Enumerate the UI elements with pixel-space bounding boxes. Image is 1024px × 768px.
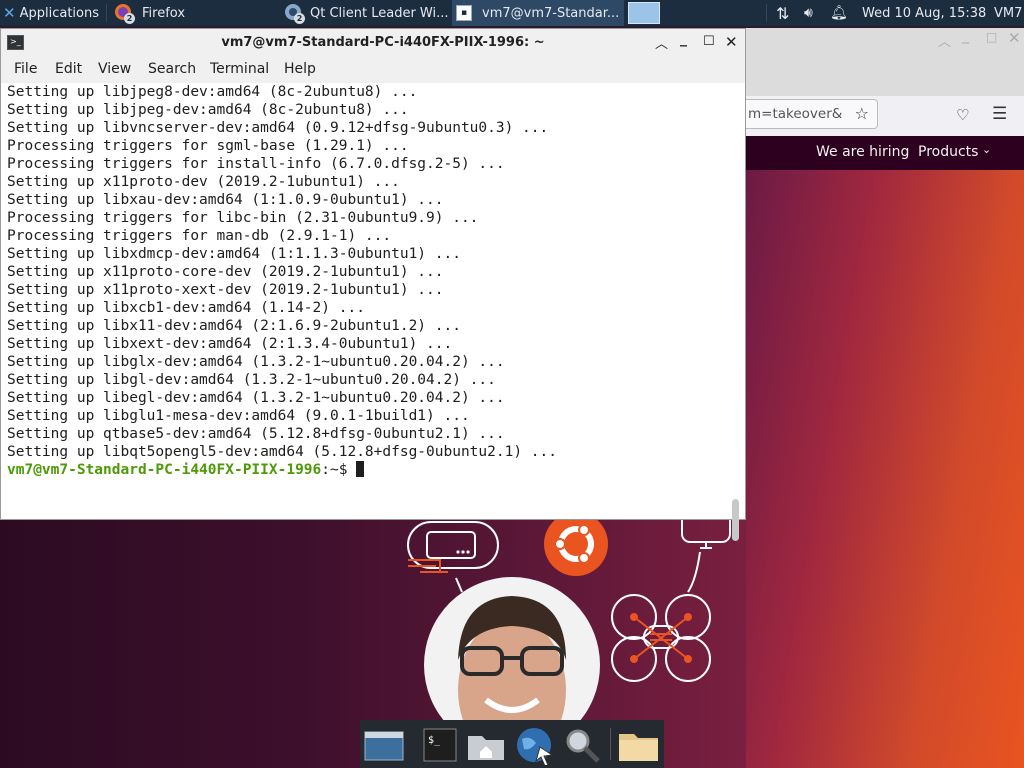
dock: $_ [360,720,664,768]
terminal-icon: ▪ [456,5,472,21]
workspace-1[interactable] [628,2,660,24]
terminal-line: Setting up libglu1-mesa-dev:amd64 (9.0.1… [7,408,470,424]
prompt-line: vm7@vm7-Standard-PC-i440FX-PIIX-1996:~$ [7,461,727,479]
notifications-bell-icon[interactable]: 🔔︎ [830,0,848,26]
network-icon[interactable]: ⇅ [776,0,798,26]
minimize-icon[interactable]: _ [962,28,969,44]
prompt-user-host: vm7@vm7-Standard-PC-i440FX-PIIX-1996 [7,462,322,478]
terminal-line: Setting up qtbase5-dev:amd64 (5.12.8+dfs… [7,426,505,442]
task-qt-client[interactable]: 2 Qt Client Leader Wi... [282,0,450,26]
terminal-line: Setting up libegl-dev:amd64 (1.3.2-1~ubu… [7,390,505,406]
terminal-menubar: File Edit View Search Terminal Help [1,57,745,83]
terminal-line: Setting up libglx-dev:amd64 (1.3.2-1~ubu… [7,354,505,370]
task-badge: 2 [294,13,305,24]
maximize-icon[interactable]: □ [986,30,997,44]
terminal-line: Setting up libvncserver-dev:amd64 (0.9.1… [7,120,549,136]
url-text: m=takeover& [748,106,843,122]
terminal-line: Processing triggers for sgml-base (1.29.… [7,138,409,154]
terminal-window: >_ vm7@vm7-Standard-PC-i440FX-PIIX-1996:… [0,28,746,541]
chevron-up-icon[interactable]: ︿ [938,31,951,50]
bookmark-star-icon[interactable]: ☆ [855,104,869,123]
home-folder-icon[interactable] [466,726,506,764]
task-badge: 2 [124,13,135,24]
menu-help[interactable]: Help [284,61,316,77]
svg-text:$_: $_ [428,735,441,746]
website-hero [746,170,1024,768]
close-icon[interactable]: ✕ [725,33,738,51]
chevron-up-icon[interactable]: ︿ [655,33,668,52]
terminal-line: Processing triggers for libc-bin (2.31-0… [7,210,479,226]
nav-products[interactable]: Products [918,144,978,160]
terminal-line: Setting up libxdmcp-dev:amd64 (1:1.1.3-0… [7,246,461,262]
terminal-titlebar[interactable]: >_ vm7@vm7-Standard-PC-i440FX-PIIX-1996:… [1,29,745,57]
firefox-window: ︿ _ □ ✕ m=takeover& ☆ ♡ ☰ We are hiring … [746,28,1024,768]
menu-view[interactable]: View [98,61,131,77]
menu-file[interactable]: File [14,61,37,77]
chevron-down-icon: ⌄ [982,143,992,156]
qt-app-icon: 2 [284,3,305,24]
firefox-icon: 2 [114,3,135,24]
task-firefox[interactable]: 2 Firefox [110,0,280,26]
file-manager-icon[interactable] [618,726,658,764]
maximize-icon[interactable]: ☐ [703,34,715,49]
hamburger-menu-icon[interactable]: ☰ [992,104,1007,124]
volume-icon[interactable]: 🔊︎ [804,0,824,26]
menu-terminal[interactable]: Terminal [210,61,269,77]
user-menu[interactable]: VM7 [994,0,1024,26]
task-label: Qt Client Leader Wi... [310,5,449,21]
web-browser-icon[interactable] [514,726,554,765]
task-label: vm7@vm7-Standar... [482,5,620,21]
terminal-line: Processing triggers for man-db (2.9.1-1)… [7,228,392,244]
pocket-icon[interactable]: ♡ [956,106,969,124]
terminal-line: Setting up libgl-dev:amd64 (1.3.2-1~ubun… [7,372,496,388]
nav-we-are-hiring[interactable]: We are hiring [816,144,909,160]
menu-search[interactable]: Search [148,61,196,77]
terminal-line: Setting up libqt5opengl5-dev:amd64 (5.12… [7,444,557,460]
text-cursor [356,461,365,477]
terminal-line: Setting up libxau-dev:amd64 (1:1.0.9-0ub… [7,192,444,208]
task-label: Firefox [142,5,186,21]
prompt-suffix: :~$ [321,462,357,478]
url-bar[interactable]: m=takeover& ☆ [746,99,878,129]
workspace-switcher[interactable] [626,0,662,26]
minimize-icon[interactable]: _ [680,31,687,47]
applications-label: Applications [19,5,99,21]
scrollbar-thumb[interactable] [732,499,739,541]
terminal-line: Processing triggers for install-info (6.… [7,156,505,172]
site-navigation: We are hiring Products ⌄ [746,136,1024,170]
window-title: vm7@vm7-Standard-PC-i440FX-PIIX-1996: ~ [221,35,545,50]
terminal-output[interactable]: Setting up libjpeg8-dev:amd64 (8c-2ubunt… [7,83,727,519]
search-icon[interactable] [562,726,602,764]
terminal-line: Setting up x11proto-core-dev (2019.2-1ub… [7,264,444,280]
applications-menu[interactable]: ✕ Applications [0,0,108,26]
terminal-line: Setting up x11proto-dev (2019.2-1ubuntu1… [7,174,400,190]
terminal-line: Setting up libxcb1-dev:amd64 (1.14-2) ..… [7,300,365,316]
clock[interactable]: Wed 10 Aug, 15:38 [862,0,988,26]
terminal-launcher-icon[interactable]: $_ [420,726,460,764]
task-terminal[interactable]: ▪ vm7@vm7-Standar... [452,0,624,26]
terminal-line: Setting up libxext-dev:amd64 (2:1.3.4-0u… [7,336,453,352]
menu-edit[interactable]: Edit [55,61,82,77]
xfce-logo-icon: ✕ [3,4,16,22]
terminal-line: Setting up libx11-dev:amd64 (2:1.6.9-2ub… [7,318,461,334]
terminal-line: Setting up libjpeg8-dev:amd64 (8c-2ubunt… [7,84,418,100]
top-panel: ✕ Applications 2 Firefox 2 Qt Client Lea… [0,0,1024,26]
show-desktop-icon[interactable] [364,726,404,764]
close-icon[interactable]: ✕ [1008,29,1021,47]
router-icon [407,521,499,569]
firefox-titlebar: ︿ _ □ ✕ [746,28,1024,96]
terminal-line: Setting up x11proto-xext-dev (2019.2-1ub… [7,282,444,298]
terminal-line: Setting up libjpeg-dev:amd64 (8c-2ubuntu… [7,102,409,118]
